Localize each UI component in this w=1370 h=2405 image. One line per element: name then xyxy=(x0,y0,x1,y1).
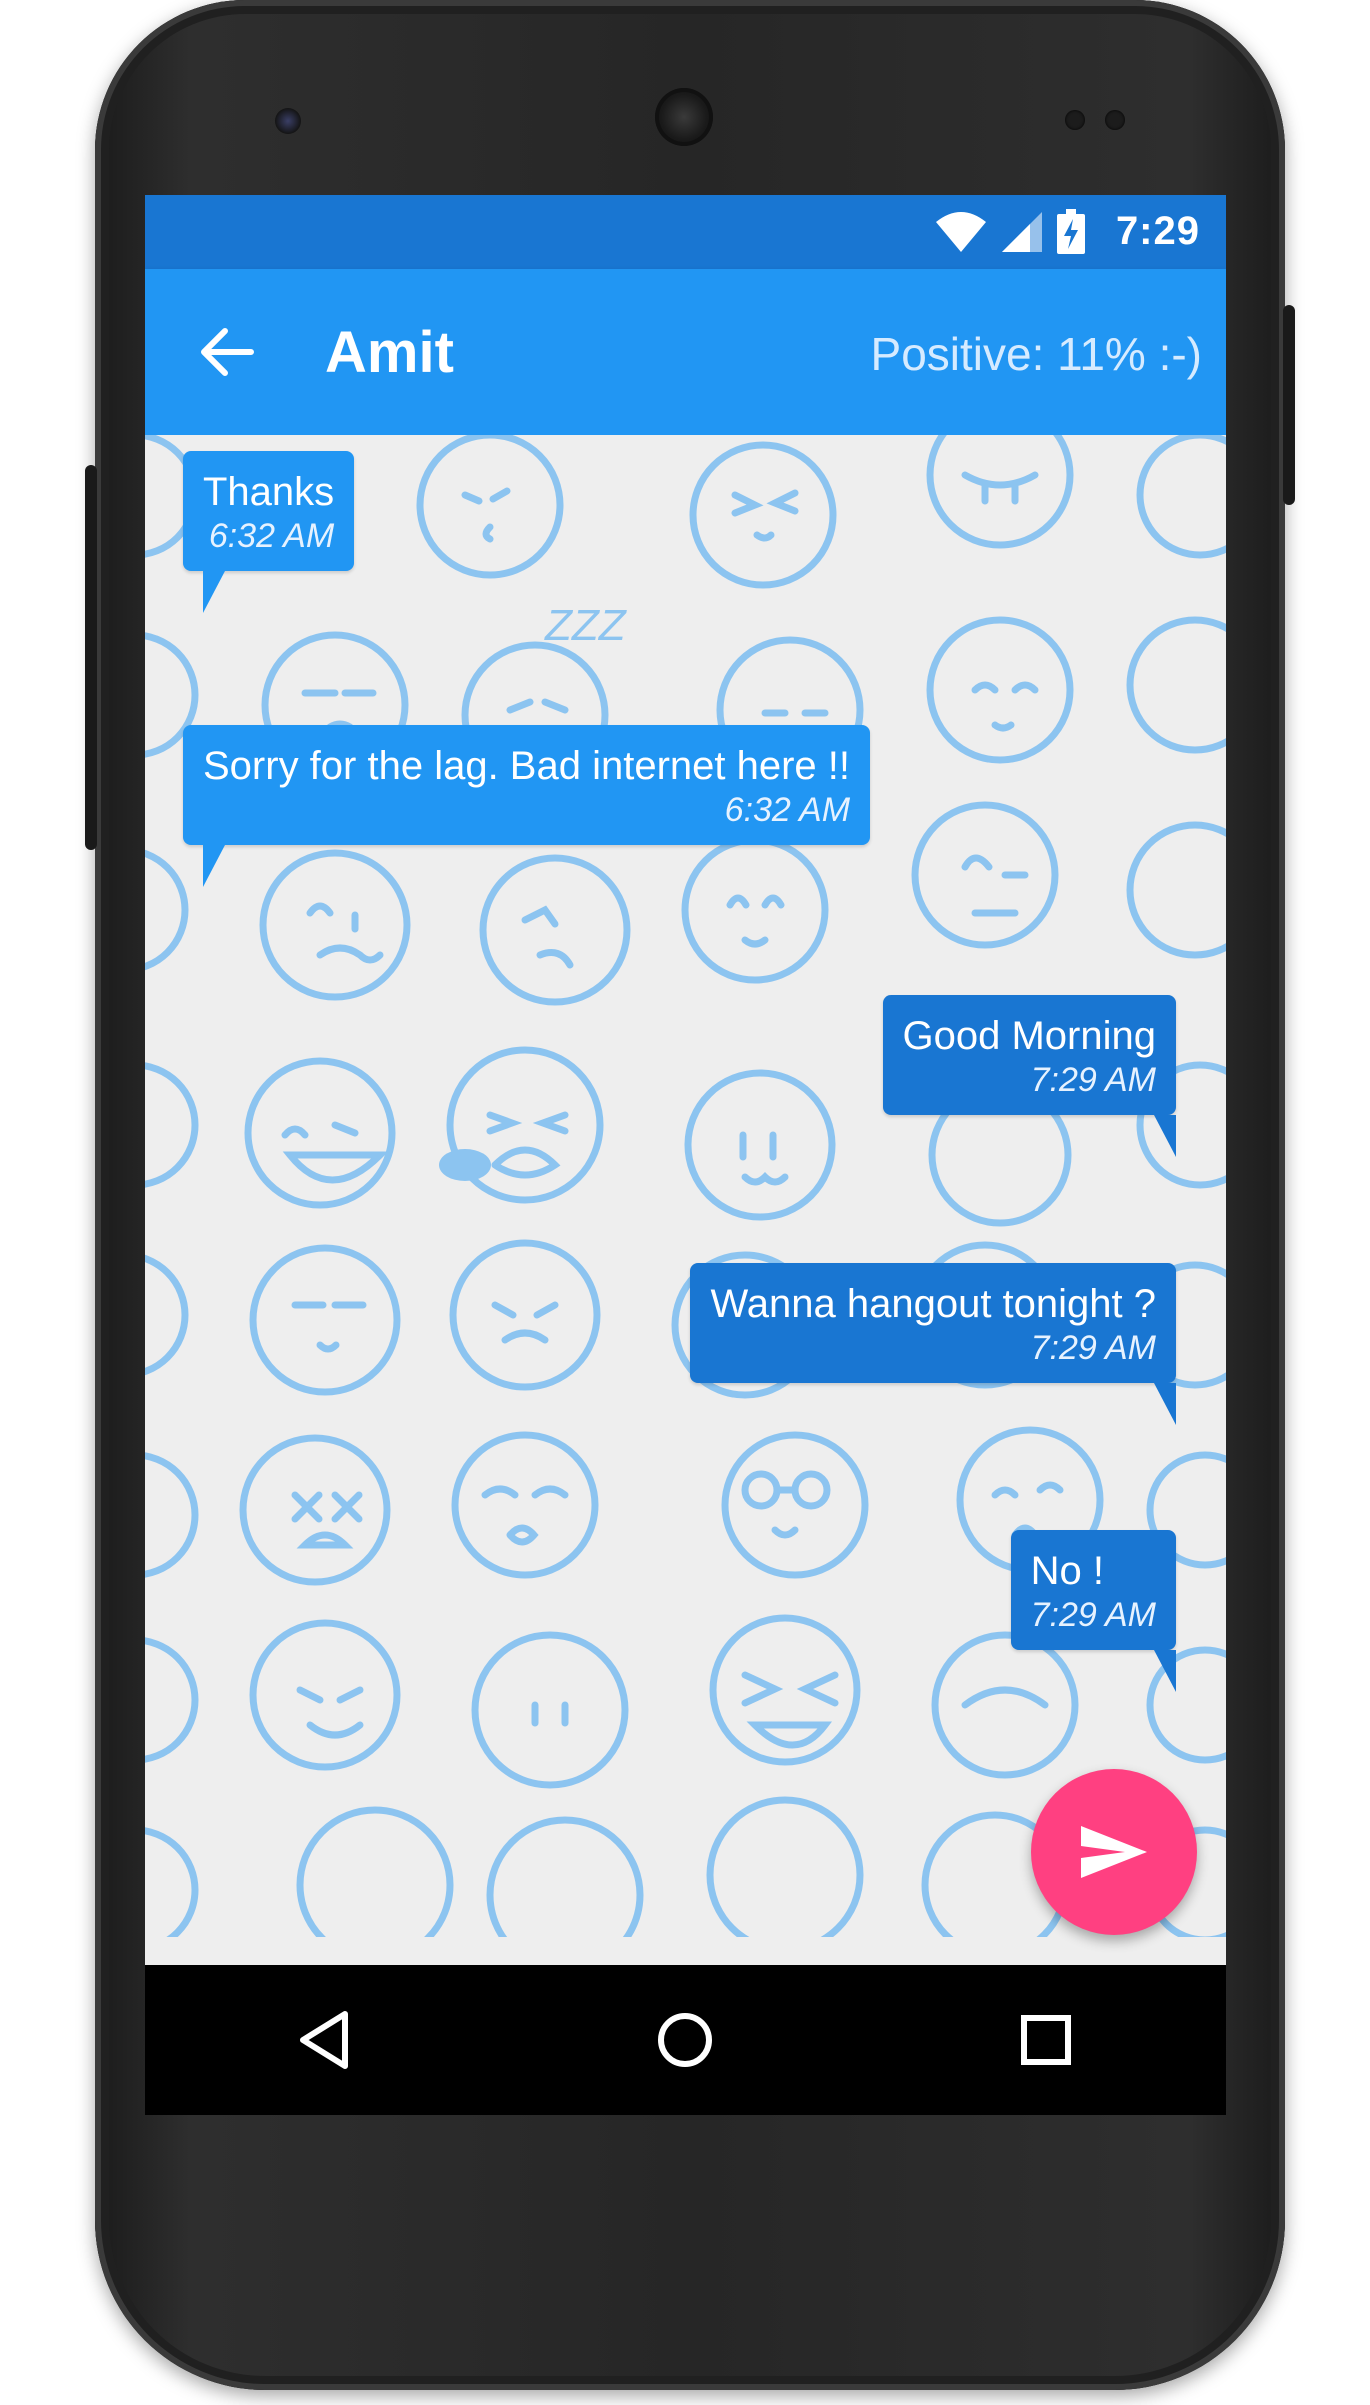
message-bubble-incoming[interactable]: Sorry for the lag. Bad internet here !! … xyxy=(183,725,871,887)
message-bubble-outgoing[interactable]: Wanna hangout tonight ? 7:29 AM xyxy=(690,1263,1176,1425)
recents-square-icon xyxy=(1020,2015,1071,2065)
app-bar: Amit Positive: 11% :-) xyxy=(145,269,1226,435)
wifi-icon xyxy=(936,212,986,252)
message-text: Thanks xyxy=(203,470,335,514)
nav-recents-button[interactable] xyxy=(1001,1995,1091,2085)
message-text: No ! xyxy=(1030,1549,1104,1593)
power-button xyxy=(1283,305,1295,505)
emoji-pattern-background: ZZZ xyxy=(145,435,1226,1937)
bubble-tail xyxy=(203,571,285,613)
message-bubble-incoming[interactable]: Thanks 6:32 AM xyxy=(183,451,355,613)
bubble-tail xyxy=(1094,1383,1176,1425)
back-button[interactable] xyxy=(193,319,263,385)
arrow-back-icon xyxy=(201,328,254,376)
nav-back-button[interactable] xyxy=(280,1995,370,2085)
volume-button xyxy=(85,465,97,850)
earpiece-speaker xyxy=(655,88,713,146)
nav-home-button[interactable] xyxy=(640,1995,730,2085)
message-bubble-outgoing[interactable]: No ! 7:29 AM xyxy=(1010,1530,1176,1692)
status-bar: 7:29 xyxy=(145,195,1226,269)
send-icon xyxy=(1081,1826,1147,1878)
message-time: 7:29 AM xyxy=(1030,1329,1156,1367)
front-camera xyxy=(275,108,301,134)
message-text: Wanna hangout tonight ? xyxy=(710,1282,1156,1326)
message-time: 6:32 AM xyxy=(208,517,335,555)
sentiment-score: Positive: 11% :-) xyxy=(870,328,1202,380)
bubble-tail xyxy=(203,845,285,887)
message-text: Sorry for the lag. Bad internet here !! xyxy=(203,744,851,788)
message-time: 7:29 AM xyxy=(1030,1596,1156,1634)
cell-signal-icon xyxy=(1002,212,1042,252)
bubble-tail xyxy=(1094,1650,1176,1692)
message-time: 6:32 AM xyxy=(724,791,851,829)
bubble-tail xyxy=(1094,1115,1176,1157)
home-circle-icon xyxy=(658,2013,713,2067)
message-list[interactable]: ZZZ Thanks 6:32 AM Sorry for the lag. Ba… xyxy=(145,435,1226,1937)
message-text: Good Morning xyxy=(902,1014,1156,1058)
contact-name: Amit xyxy=(325,320,454,385)
svg-text:ZZZ: ZZZ xyxy=(544,601,628,650)
status-time: 7:29 xyxy=(1115,209,1200,253)
back-triangle-icon xyxy=(300,2011,349,2069)
status-icons xyxy=(934,209,1086,255)
message-time: 7:29 AM xyxy=(1030,1061,1156,1099)
battery-charging-icon xyxy=(1057,209,1085,254)
send-button[interactable] xyxy=(1031,1769,1197,1935)
message-bubble-outgoing[interactable]: Good Morning 7:29 AM xyxy=(882,995,1176,1157)
proximity-sensor xyxy=(1065,110,1085,130)
light-sensor xyxy=(1105,110,1125,130)
system-navigation-bar xyxy=(145,1965,1226,2115)
